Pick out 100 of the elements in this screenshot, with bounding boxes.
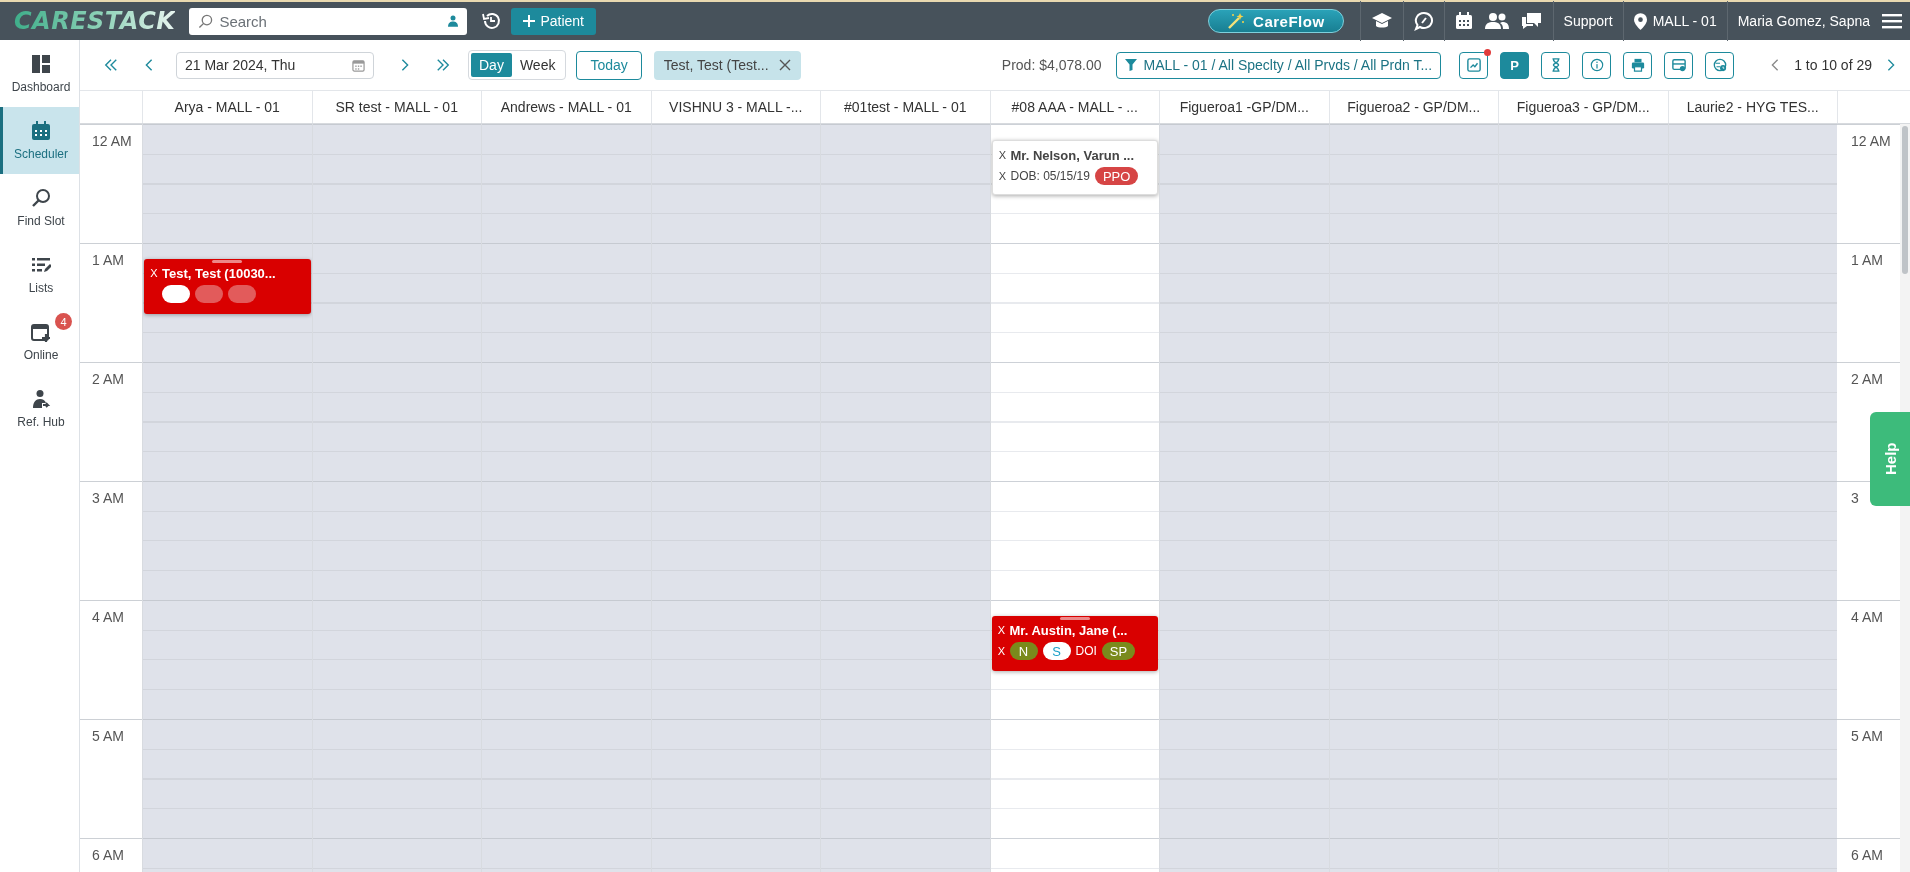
time-slot[interactable]	[1499, 362, 1668, 481]
print-button[interactable]	[1623, 51, 1653, 79]
date-field[interactable]: 21 Mar 2024, Thu	[176, 51, 374, 79]
time-slot[interactable]	[482, 362, 651, 481]
close-mark[interactable]: X	[993, 624, 1010, 637]
time-slot[interactable]	[1668, 600, 1837, 719]
time-slot[interactable]	[143, 124, 312, 243]
sidebar-item[interactable]: Online 4	[0, 308, 79, 375]
time-slot[interactable]	[482, 600, 651, 719]
patient-chip[interactable]: Test, Test (Test...	[653, 50, 801, 80]
time-slot[interactable]	[312, 600, 481, 719]
time-slot[interactable]	[651, 124, 820, 243]
time-slot[interactable]	[1668, 719, 1837, 838]
search-field[interactable]: Search	[189, 7, 468, 35]
report-button[interactable]	[1459, 51, 1489, 79]
view-tab[interactable]: Week	[511, 53, 564, 77]
close-mark[interactable]: X	[993, 645, 1010, 658]
sidebar-item[interactable]: Lists	[0, 241, 79, 308]
time-slot[interactable]	[1499, 124, 1668, 243]
time-slot[interactable]	[312, 243, 481, 362]
people-icon[interactable]	[1484, 12, 1509, 30]
user-name[interactable]: Maria Gomez, Sapna	[1737, 13, 1870, 29]
sidebar-item[interactable]: Ref. Hub	[0, 375, 79, 442]
time-slot[interactable]	[1668, 362, 1837, 481]
close-mark[interactable]: X	[994, 149, 1011, 162]
careflow-button[interactable]: CareFlow	[1208, 9, 1344, 33]
calendar-icon[interactable]	[1454, 12, 1473, 30]
scrollbar-thumb[interactable]	[1902, 126, 1908, 274]
time-slot[interactable]	[1668, 124, 1837, 243]
clock-button[interactable]	[1705, 51, 1735, 79]
new-patient-button[interactable]: Patient	[511, 7, 596, 35]
time-slot[interactable]	[312, 362, 481, 481]
time-slot[interactable]	[651, 362, 820, 481]
time-slot[interactable]	[1329, 600, 1498, 719]
time-slot[interactable]	[1499, 481, 1668, 600]
layout-button[interactable]	[1664, 51, 1694, 79]
chat-icon[interactable]	[1520, 12, 1543, 30]
sidebar-item[interactable]: Find Slot	[0, 174, 79, 241]
today-button[interactable]: Today	[576, 50, 642, 80]
time-slot[interactable]	[1668, 481, 1837, 600]
time-slot[interactable]	[651, 719, 820, 838]
graduation-cap-icon[interactable]	[1370, 12, 1393, 30]
chat-bubble-icon[interactable]	[1413, 11, 1434, 31]
history-icon[interactable]	[481, 11, 502, 31]
patient-name: Mr. Austin, Jane (...	[1009, 622, 1129, 638]
time-slot[interactable]	[143, 719, 312, 838]
time-slot[interactable]	[1668, 243, 1837, 362]
appointment-card[interactable]: X Mr. Nelson, Varun ... X DOB: 05/15/19 PPO	[991, 139, 1158, 196]
time-slot[interactable]	[1160, 600, 1329, 719]
view-tab[interactable]: Day	[471, 53, 512, 77]
time-slot[interactable]	[1499, 243, 1668, 362]
appointment-card[interactable]: X Mr. Austin, Jane (... X N S DOI SP	[991, 615, 1158, 672]
time-slot[interactable]	[651, 481, 820, 600]
magic-wand-icon	[1227, 12, 1246, 30]
time-slot[interactable]	[312, 124, 481, 243]
time-slot[interactable]	[1499, 600, 1668, 719]
time-slot[interactable]	[1160, 362, 1329, 481]
time-slot[interactable]	[312, 481, 481, 600]
time-slot[interactable]	[651, 600, 820, 719]
time-slot[interactable]	[1160, 481, 1329, 600]
clock-globe-icon	[1712, 58, 1727, 72]
sidebar-item[interactable]: Dashboard	[0, 40, 79, 107]
time-slot[interactable]: X Test, Test (10030...	[143, 243, 312, 362]
time-slot[interactable]	[1499, 719, 1668, 838]
menu-icon[interactable]	[1882, 13, 1902, 29]
time-slot[interactable]	[1329, 362, 1498, 481]
time-slot[interactable]	[1329, 124, 1498, 243]
info-button[interactable]	[1582, 51, 1612, 79]
support-link[interactable]: Support	[1563, 13, 1613, 29]
time-slot[interactable]	[482, 481, 651, 600]
filter-button[interactable]: MALL - 01 / All Speclty / All Prvds / All Prdn T...	[1116, 51, 1442, 79]
time-slot[interactable]	[1329, 719, 1498, 838]
time-slot[interactable]	[143, 600, 312, 719]
time-slot[interactable]	[482, 719, 651, 838]
time-slot[interactable]	[482, 124, 651, 243]
close-mark[interactable]: X	[994, 170, 1011, 183]
time-slot[interactable]	[1160, 243, 1329, 362]
time-slot[interactable]	[1329, 243, 1498, 362]
sidebar-item[interactable]: Scheduler	[0, 107, 79, 174]
time-slot[interactable]	[482, 243, 651, 362]
time-slot[interactable]	[821, 362, 990, 481]
time-slot[interactable]	[821, 481, 990, 600]
p-button[interactable]: P	[1500, 51, 1530, 79]
time-slot[interactable]	[821, 243, 990, 362]
time-slot[interactable]	[143, 362, 312, 481]
calendar-plus-icon	[31, 321, 51, 342]
location-selector[interactable]: MALL - 01	[1652, 13, 1717, 29]
time-slot[interactable]	[143, 481, 312, 600]
hourglass-button[interactable]	[1541, 51, 1571, 79]
appointment-card[interactable]: X Test, Test (10030...	[144, 258, 311, 315]
time-slot[interactable]	[821, 719, 990, 838]
time-slot[interactable]	[651, 243, 820, 362]
close-icon[interactable]	[778, 59, 791, 71]
time-slot[interactable]	[312, 719, 481, 838]
time-slot[interactable]	[1160, 124, 1329, 243]
time-slot[interactable]	[821, 124, 990, 243]
close-mark[interactable]: X	[146, 267, 162, 280]
time-slot[interactable]	[821, 600, 990, 719]
time-slot[interactable]	[1329, 481, 1498, 600]
time-slot[interactable]	[1160, 719, 1329, 838]
